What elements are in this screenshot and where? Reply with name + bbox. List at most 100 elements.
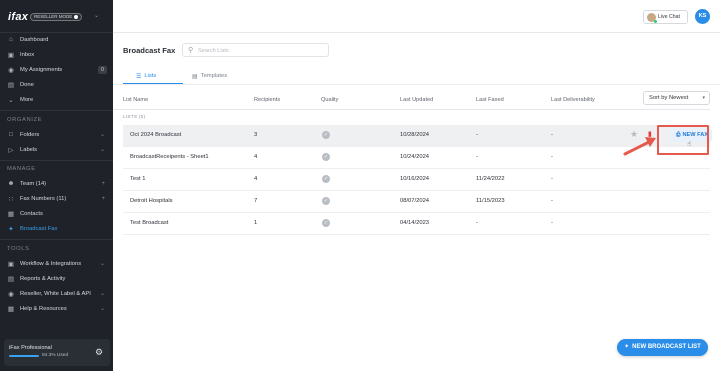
recipients-count: 4 <box>254 176 258 182</box>
sidebar-item-contacts[interactable]: ▦ Contacts <box>0 206 113 221</box>
sidebar-divider <box>0 160 113 161</box>
sidebar-divider <box>0 110 113 111</box>
last-deliverability: - <box>551 176 553 182</box>
section-title-manage: MANAGE <box>7 166 36 172</box>
sidebar-item-workflow[interactable]: ▣ Workflow & Integrations ⌄ <box>0 256 113 271</box>
chevron-down-icon: ⌄ <box>99 147 105 153</box>
plus-icon[interactable]: + <box>101 181 105 187</box>
plan-usage-bar <box>9 355 39 357</box>
list-icon: ☰ <box>136 73 142 80</box>
last-updated: 10/24/2024 <box>400 154 430 160</box>
tab-templates[interactable]: ▤ Templates <box>192 71 227 81</box>
live-chat-label: Live Chat <box>658 14 680 20</box>
sidebar-item-broadcast-fax[interactable]: ✦ Broadcast Fax <box>0 221 113 236</box>
sidebar-item-label: Done <box>20 81 34 88</box>
recipients-count: 3 <box>254 132 258 138</box>
sidebar-item-dashboard[interactable]: ⌂ Dashboard <box>0 32 113 47</box>
broadcast-icon: ✦ <box>624 344 630 350</box>
sidebar-item-inbox[interactable]: ▣ Inbox <box>0 47 113 62</box>
sidebar-item-label: Folders <box>20 131 40 138</box>
live-chat-button[interactable]: Live Chat <box>643 10 688 24</box>
contacts-icon: ▦ <box>7 210 15 218</box>
last-deliverability: - <box>551 154 553 160</box>
sidebar-item-label: More <box>20 96 34 103</box>
table-row[interactable]: BroadcastReceipents - Sheet1 4 ✓ 10/24/2… <box>123 147 710 169</box>
count-badge: 0 <box>98 65 107 74</box>
tab-label: Lists <box>144 73 157 79</box>
sidebar-item-help[interactable]: ▦ Help & Resources ⌄ <box>0 301 113 316</box>
inbox-icon: ▣ <box>7 51 15 59</box>
table-row[interactable]: Test 1 4 ✓ 10/16/2024 11/24/2022 - <box>123 169 710 191</box>
chevron-down-icon: ⌄ <box>99 132 105 138</box>
reseller-mode-toggle[interactable]: RESELLER MODE <box>30 13 83 21</box>
table-row[interactable]: Test Broadcast 1 ✓ 04/14/2023 - - <box>123 213 710 235</box>
chevron-down-icon[interactable]: ⌄ <box>94 12 99 19</box>
chevron-down-icon: ⌄ <box>8 96 14 104</box>
caret-down-icon: ▾ <box>702 95 705 101</box>
column-header-last-deliverability[interactable]: Last Deliverability <box>551 97 595 103</box>
fax-number-icon: ∷ <box>8 195 14 203</box>
plan-usage-text: 84.3% Used <box>42 353 69 358</box>
chevron-down-icon: ⌄ <box>99 291 105 297</box>
plan-name: iFax Professional <box>9 345 52 351</box>
column-header-last-faxed[interactable]: Last Faxed <box>476 97 504 103</box>
globe-icon: ◉ <box>8 290 14 298</box>
sidebar-item-team[interactable]: ☻ Team (14) + <box>0 176 113 191</box>
sidebar-divider <box>0 239 113 240</box>
sort-dropdown[interactable]: Sort by Newest ▾ <box>643 91 710 105</box>
sidebar-item-label: Workflow & Integrations <box>20 260 82 267</box>
sidebar-item-my-assignments[interactable]: ◉ My Assignments 0 <box>0 62 113 77</box>
plus-icon[interactable]: + <box>101 196 105 202</box>
sidebar-item-done[interactable]: ▤ Done <box>0 77 113 92</box>
sidebar-item-reseller[interactable]: ◉ Reseller, White Label & API ⌄ <box>0 286 113 301</box>
list-name: BroadcastReceipents - Sheet1 <box>130 154 209 160</box>
section-title-tools: TOOLS <box>7 246 30 252</box>
assignment-icon: ◉ <box>8 66 14 74</box>
chevron-down-icon: ⌄ <box>99 306 105 312</box>
last-updated: 10/28/2024 <box>400 132 430 138</box>
column-header-name[interactable]: List Name <box>123 97 148 103</box>
sidebar-item-label: Labels <box>20 146 38 153</box>
list-name: Oct 2024 Broadcast <box>130 132 182 138</box>
sidebar-item-folders[interactable]: □ Folders ⌄ <box>0 127 113 142</box>
search-input[interactable] <box>198 46 323 55</box>
last-deliverability: - <box>551 220 553 226</box>
list-name: Detroit Hospitals <box>130 198 173 204</box>
column-header-recipients[interactable]: Recipients <box>254 97 280 103</box>
sidebar-item-fax-numbers[interactable]: ∷ Fax Numbers (11) + <box>0 191 113 206</box>
sidebar-item-label: Team (14) <box>20 180 47 187</box>
tab-label: Templates <box>200 73 228 79</box>
plan-card[interactable]: iFax Professional 84.3% Used ⚙ <box>4 339 110 366</box>
sidebar-item-more[interactable]: ⌄ More <box>0 92 113 107</box>
team-icon: ☻ <box>7 180 15 187</box>
agent-avatar <box>647 13 657 23</box>
recipients-count: 4 <box>254 154 258 160</box>
tabs-divider <box>113 84 720 85</box>
sidebar-item-label: Reports & Activity <box>20 275 66 282</box>
app-root: ifax RESELLER MODE ⌄ ⌂ Dashboard ▣ Inbox… <box>0 0 720 371</box>
list-name: Test 1 <box>130 176 146 182</box>
column-header-quality[interactable]: Quality <box>321 97 338 103</box>
sidebar-item-label: Reseller, White Label & API <box>20 290 91 297</box>
sort-label: Sort by Newest <box>649 95 689 101</box>
sidebar-item-reports[interactable]: ▤ Reports & Activity <box>0 271 113 286</box>
sidebar-item-label: Broadcast Fax <box>20 225 58 232</box>
quality-check-icon: ✓ <box>322 175 330 183</box>
column-header-last-updated[interactable]: Last Updated <box>400 97 433 103</box>
tab-lists[interactable]: ☰ Lists <box>136 71 156 81</box>
highlight-box <box>657 125 709 155</box>
sidebar-item-label: Dashboard <box>20 36 49 43</box>
table-row[interactable]: Detroit Hospitals 7 ✓ 08/07/2024 11/15/2… <box>123 191 710 213</box>
last-faxed: - <box>476 220 478 226</box>
table-row[interactable]: Oct 2024 Broadcast 3 ✓ 10/28/2024 - - ★ … <box>123 125 712 148</box>
sidebar-header: ifax RESELLER MODE ⌄ <box>0 0 113 33</box>
sidebar-item-label: Inbox <box>20 51 35 58</box>
new-broadcast-list-button[interactable]: ✦ NEW BROADCAST LIST <box>617 339 708 356</box>
last-deliverability: - <box>551 198 553 204</box>
sidebar-item-labels[interactable]: ▷ Labels ⌄ <box>0 142 113 157</box>
new-broadcast-list-label: NEW BROADCAST LIST <box>632 344 701 350</box>
search-box[interactable]: ⚲ <box>182 43 329 57</box>
user-avatar[interactable]: KS <box>695 9 710 24</box>
gear-icon[interactable]: ⚙ <box>92 345 106 359</box>
recipients-count: 7 <box>254 198 258 204</box>
